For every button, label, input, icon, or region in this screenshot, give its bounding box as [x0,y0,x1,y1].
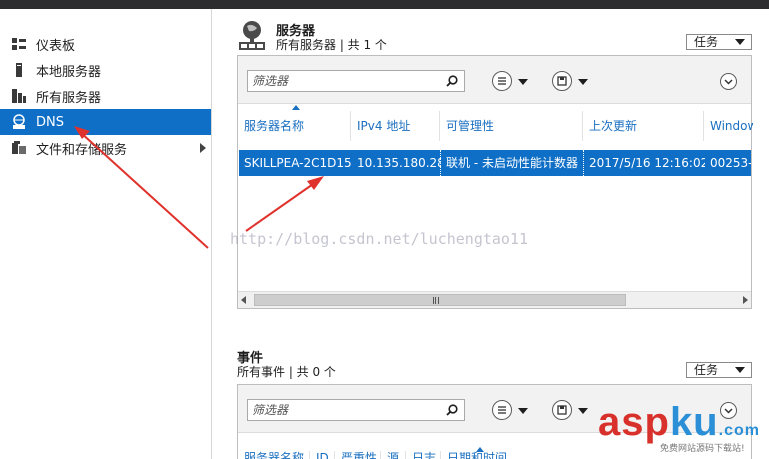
brand-logo: aspku.com [598,400,760,445]
brand-logo-suffix: .com [718,422,760,439]
brand-logo-part1: asp [598,400,670,444]
annotation-arrowhead [307,176,324,190]
brand-tagline: 免费网站源码下载站! [660,444,745,454]
watermark-text: http://blog.csdn.net/luchengtao11 [230,230,529,248]
annotation-arrowhead [74,126,90,139]
annotation-arrow-to-dns [79,131,209,249]
annotation-arrow-to-row [245,181,317,232]
brand-logo-part2: ku [669,400,719,444]
